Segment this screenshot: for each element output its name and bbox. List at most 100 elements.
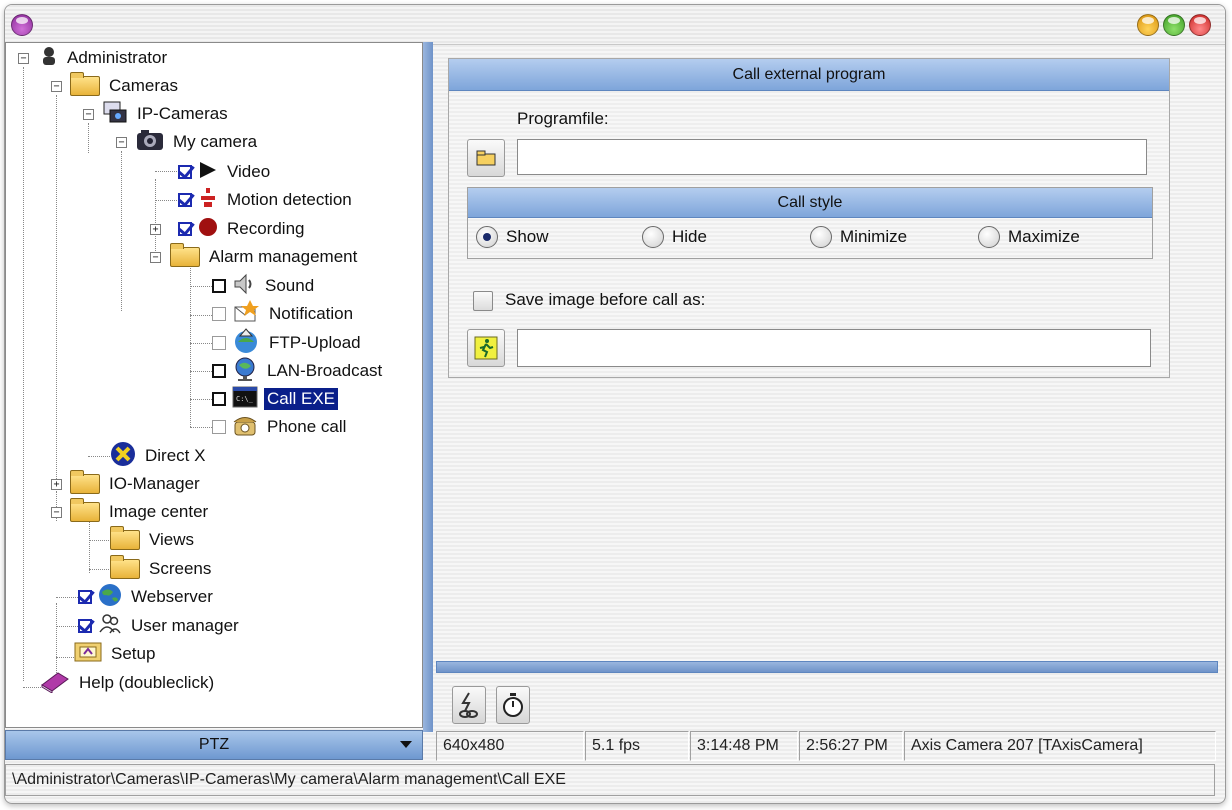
close-button[interactable] xyxy=(1189,14,1211,36)
expander-administrator[interactable]: − xyxy=(18,53,29,64)
expander-image-center[interactable]: − xyxy=(51,507,62,518)
radio-minimize[interactable] xyxy=(810,226,832,248)
tree-item-cameras[interactable]: Cameras xyxy=(70,72,181,99)
radio-hide[interactable] xyxy=(642,226,664,248)
window-menu-button[interactable] xyxy=(11,14,33,36)
expander-ip-cameras[interactable]: − xyxy=(83,109,94,120)
tree-item-recording[interactable]: Recording xyxy=(178,216,308,242)
status-fps: 5.1 fps xyxy=(585,731,689,761)
folder-icon xyxy=(70,470,100,494)
call-style-hide[interactable]: Hide xyxy=(642,226,707,248)
user-manager-checkbox[interactable] xyxy=(78,619,92,633)
tree-item-ftp-upload[interactable]: FTP-Upload xyxy=(212,327,364,359)
recording-checkbox[interactable] xyxy=(178,222,192,236)
expander-io-manager[interactable]: + xyxy=(51,479,62,490)
ptz-dropdown[interactable]: PTZ xyxy=(5,730,423,760)
tree-item-lan-broadcast[interactable]: LAN-Broadcast xyxy=(212,356,385,387)
call-style-header: Call style xyxy=(468,188,1152,218)
tree-item-webserver[interactable]: Webserver xyxy=(78,583,216,612)
upload-icon xyxy=(232,327,260,359)
path-breadcrumb: \Administrator\Cameras\IP-Cameras\My cam… xyxy=(5,764,1215,796)
phone-call-checkbox[interactable] xyxy=(212,420,226,434)
network-camera-icon xyxy=(102,100,128,129)
tree-item-image-center[interactable]: Image center xyxy=(70,498,211,525)
lan-broadcast-checkbox[interactable] xyxy=(212,364,226,378)
save-image-checkbox[interactable] xyxy=(473,291,493,311)
tree-item-notification[interactable]: Notification xyxy=(212,299,356,330)
radio-maximize[interactable] xyxy=(978,226,1000,248)
tree-item-user-manager[interactable]: User manager xyxy=(78,613,242,639)
globe-network-icon xyxy=(232,356,258,387)
vertical-splitter[interactable] xyxy=(423,42,433,732)
timer-tool-button[interactable] xyxy=(496,686,530,724)
navigation-tree[interactable]: − Administrator − Cameras − IP-Cameras −… xyxy=(5,42,423,728)
call-style-minimize[interactable]: Minimize xyxy=(810,226,907,248)
webserver-checkbox[interactable] xyxy=(78,590,92,604)
minimize-button[interactable] xyxy=(1137,14,1159,36)
tree-item-motion-detection[interactable]: Motion detection xyxy=(178,187,355,213)
save-image-path-input[interactable] xyxy=(517,329,1151,367)
motion-detection-checkbox[interactable] xyxy=(178,193,192,207)
globe-icon xyxy=(98,583,122,612)
folder-open-icon xyxy=(170,243,200,267)
folder-open-icon xyxy=(70,498,100,522)
record-icon xyxy=(198,217,218,242)
sound-checkbox[interactable] xyxy=(212,279,226,293)
horizontal-splitter[interactable] xyxy=(436,661,1218,673)
ftp-upload-checkbox[interactable] xyxy=(212,336,226,350)
save-image-label: Save image before call as: xyxy=(505,290,706,309)
play-icon xyxy=(198,161,218,184)
programfile-input[interactable] xyxy=(517,139,1147,175)
tree-item-ip-cameras[interactable]: IP-Cameras xyxy=(102,101,231,127)
tree-item-my-camera[interactable]: My camera xyxy=(136,129,260,155)
notification-icon xyxy=(232,299,260,330)
title-bar xyxy=(5,5,1225,45)
svg-text:C:\_: C:\_ xyxy=(236,395,254,403)
tree-item-administrator[interactable]: Administrator xyxy=(40,45,170,71)
tree-item-help[interactable]: Help (doubleclick) xyxy=(40,670,217,696)
tree-item-sound[interactable]: Sound xyxy=(212,273,317,299)
console-icon: C:\_ xyxy=(232,386,258,413)
user-icon xyxy=(40,46,58,71)
directx-icon xyxy=(110,441,136,472)
tree-item-call-exe[interactable]: C:\_ Call EXE xyxy=(212,386,339,413)
tree-item-video[interactable]: Video xyxy=(178,159,273,185)
expander-my-camera[interactable]: − xyxy=(116,137,127,148)
browse-program-button[interactable] xyxy=(467,139,505,177)
expander-alarm-management[interactable]: − xyxy=(150,252,161,263)
users-icon xyxy=(98,612,122,641)
status-time-2: 2:56:27 PM xyxy=(799,731,903,761)
video-checkbox[interactable] xyxy=(178,165,192,179)
maximize-button[interactable] xyxy=(1163,14,1185,36)
tree-item-views[interactable]: Views xyxy=(110,526,197,553)
ptz-label: PTZ xyxy=(198,736,230,753)
tree-item-phone-call[interactable]: Phone call xyxy=(212,414,349,440)
tree-item-setup[interactable]: Setup xyxy=(74,641,158,667)
call-exe-checkbox[interactable] xyxy=(212,392,226,406)
tree-item-alarm-management[interactable]: Alarm management xyxy=(170,243,360,270)
tree-item-io-manager[interactable]: IO-Manager xyxy=(70,470,203,497)
folder-icon xyxy=(110,526,140,550)
camera-icon xyxy=(136,129,164,156)
call-style-group: Call style Show Hide Minimize Maximize xyxy=(467,187,1153,259)
programfile-label: Programfile: xyxy=(517,109,609,128)
call-style-maximize[interactable]: Maximize xyxy=(978,226,1080,248)
link-tool-button[interactable] xyxy=(452,686,486,724)
notification-checkbox[interactable] xyxy=(212,307,226,321)
group-header: Call external program xyxy=(449,59,1169,91)
expander-recording[interactable]: + xyxy=(150,224,161,235)
tree-item-direct-x[interactable]: Direct X xyxy=(110,441,208,472)
folder-icon xyxy=(110,555,140,579)
folder-open-icon xyxy=(70,72,100,96)
tree-item-screens[interactable]: Screens xyxy=(110,555,214,582)
expander-cameras[interactable]: − xyxy=(51,81,62,92)
call-style-show[interactable]: Show xyxy=(476,226,549,248)
status-resolution: 640x480 xyxy=(436,731,584,761)
radio-show[interactable] xyxy=(476,226,498,248)
chevron-down-icon xyxy=(400,741,412,748)
save-image-options-button[interactable] xyxy=(467,329,505,367)
running-man-icon xyxy=(474,336,498,360)
status-camera: Axis Camera 207 [TAxisCamera] xyxy=(904,731,1216,761)
motion-icon xyxy=(198,187,218,214)
phone-icon xyxy=(232,413,258,442)
